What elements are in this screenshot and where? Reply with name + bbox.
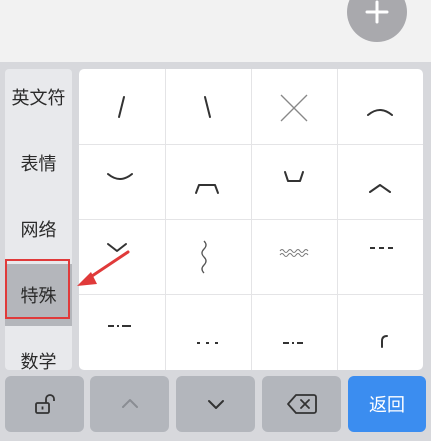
category-label: 网络: [20, 220, 57, 241]
category-label: 表情: [20, 154, 57, 175]
return-button[interactable]: 返回: [348, 376, 426, 432]
bottom-toolbar: 返回: [0, 376, 431, 441]
symbol-key-x-cross[interactable]: [251, 69, 337, 144]
symbol-key-slash[interactable]: [79, 69, 165, 144]
category-list: 英文符 表情 网络 特殊 数学: [5, 66, 72, 373]
symbol-grid: [79, 69, 423, 370]
scroll-down-button[interactable]: [176, 376, 255, 432]
symbol-key-backslash[interactable]: [165, 69, 251, 144]
delete-button[interactable]: [262, 376, 341, 432]
symbol-key-smile-curve[interactable]: [79, 144, 165, 219]
symbol-key-mouth-bracket[interactable]: [165, 144, 251, 219]
symbol-key-dashed-line[interactable]: [337, 219, 423, 294]
plus-icon: [365, 0, 389, 24]
category-network[interactable]: 网络: [5, 198, 72, 260]
top-area: [0, 0, 431, 62]
symbol-key-cup-bracket[interactable]: [251, 144, 337, 219]
backspace-icon: [286, 394, 317, 414]
symbol-key-chevron-down[interactable]: [79, 219, 165, 294]
add-button[interactable]: [347, 0, 407, 42]
symbol-key-dash-dot-dot[interactable]: [251, 294, 337, 369]
return-label: 返回: [369, 395, 405, 416]
symbol-key-dash-dot[interactable]: [79, 294, 165, 369]
category-label: 数学: [20, 352, 57, 373]
lock-button[interactable]: [5, 376, 84, 432]
symbol-keyboard: 英文符 表情 网络 特殊 数学 返回: [0, 62, 431, 441]
category-emoticons[interactable]: 表情: [5, 132, 72, 194]
symbol-key-caret[interactable]: [337, 144, 423, 219]
unlock-icon: [34, 394, 55, 414]
chevron-up-icon: [121, 399, 138, 408]
scroll-up-button[interactable]: [90, 376, 169, 432]
chevron-down-icon: [207, 400, 224, 409]
symbol-key-wavy-horizontal[interactable]: [251, 219, 337, 294]
symbol-key-dotted-line[interactable]: [165, 294, 251, 369]
symbol-key-wavy-vertical[interactable]: [165, 219, 251, 294]
symbol-key-arc-up[interactable]: [337, 69, 423, 144]
annotation-highlight-box: [5, 259, 70, 319]
category-english-symbols[interactable]: 英文符: [5, 66, 72, 128]
category-label: 英文符: [11, 88, 66, 109]
symbol-key-corner-arc[interactable]: [337, 294, 423, 369]
